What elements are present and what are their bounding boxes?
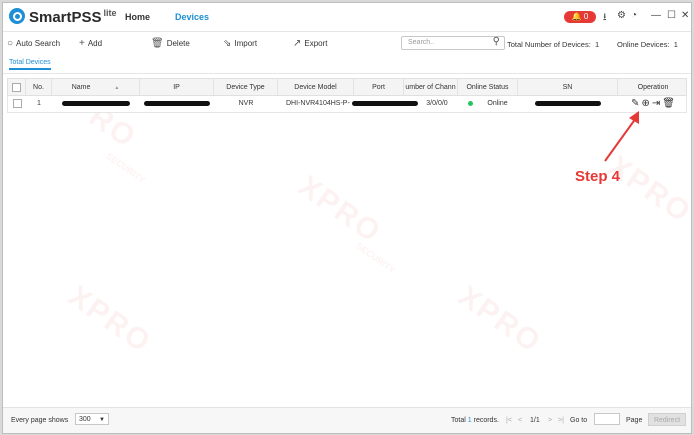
- redirect-button[interactable]: Redirect: [648, 413, 686, 426]
- search-icon[interactable]: ⚲: [493, 36, 500, 48]
- page-size-label: Every page shows: [11, 417, 69, 424]
- goto-page-input[interactable]: [594, 413, 620, 425]
- auto-search-button[interactable]: ○ Auto Search: [7, 38, 60, 49]
- row-name-redacted: [52, 96, 140, 112]
- title-bar: SmartPSS lite Home Devices 🔔 0 ⭳ ⚙ ◔ — ☐ …: [3, 3, 691, 31]
- sort-asc-icon[interactable]: ▲: [114, 85, 119, 91]
- performance-icon[interactable]: ◔: [631, 10, 637, 21]
- goto-label: Go to: [570, 417, 588, 424]
- close-icon[interactable]: ✕: [681, 10, 689, 21]
- import-button[interactable]: ⇘ Import: [223, 38, 257, 49]
- online-devices-count: Online Devices: 1: [617, 40, 678, 49]
- col-device-type: Device Type: [214, 79, 278, 95]
- page-size-select[interactable]: 300 ▼: [75, 413, 109, 425]
- watermark-sub: SECURITY: [104, 150, 148, 186]
- user-icon[interactable]: ⭳: [603, 10, 607, 27]
- alarm-badge[interactable]: 🔔 0: [564, 11, 596, 23]
- watermark: XPRO: [452, 279, 548, 360]
- annotation-arrow: [604, 111, 639, 162]
- col-name[interactable]: Name ▲: [52, 79, 140, 95]
- maximize-icon[interactable]: ☐: [667, 10, 676, 21]
- col-ip: IP: [140, 79, 214, 95]
- import-icon: ⇘: [223, 38, 232, 49]
- minimize-icon[interactable]: —: [651, 10, 661, 21]
- watermark: XPRO: [292, 169, 388, 250]
- export-button[interactable]: ↗ Export: [293, 38, 328, 49]
- annotation-step-label: Step 4: [575, 168, 621, 185]
- add-icon: +: [79, 38, 85, 49]
- watermark: XPRO: [62, 279, 158, 360]
- logout-icon[interactable]: ⇥: [652, 98, 660, 109]
- col-channels: umber of Chann: [404, 79, 458, 95]
- col-operation: Operation: [637, 84, 669, 91]
- row-channels: 3/0/0/0: [426, 100, 448, 107]
- next-page-icon[interactable]: >: [548, 417, 552, 424]
- last-page-icon[interactable]: >|: [558, 417, 564, 424]
- row-device-type: NVR: [238, 100, 254, 107]
- tab-total-devices[interactable]: Total Devices: [9, 59, 51, 70]
- row-checkbox[interactable]: [8, 96, 26, 112]
- add-button[interactable]: + Add: [79, 38, 102, 49]
- row-ip-redacted: [140, 96, 214, 112]
- total-records: Total 1 records.: [451, 417, 499, 424]
- total-devices-count: Total Number of Devices: 1: [507, 40, 600, 49]
- page-label: Page: [626, 417, 643, 424]
- delete-button[interactable]: 🗑 Delete: [151, 38, 190, 49]
- toolbar: ○ Auto Search + Add 🗑 Delete ⇘ Import ↗ Expor…: [3, 31, 691, 54]
- col-port: Port: [354, 79, 404, 95]
- export-icon: ↗: [293, 38, 302, 49]
- prev-page-icon[interactable]: <: [518, 417, 522, 424]
- app-logo-icon: [9, 8, 25, 24]
- online-status-dot: [468, 100, 474, 106]
- pagination-footer: Every page shows 300 ▼ Total 1 records. |…: [3, 407, 691, 433]
- nav-devices[interactable]: Devices: [175, 12, 209, 22]
- row-online-status: Online: [458, 96, 518, 112]
- first-page-icon[interactable]: |<: [506, 417, 512, 424]
- nav-home[interactable]: Home: [125, 12, 150, 22]
- row-port-redacted: [350, 96, 420, 112]
- col-sn: SN: [518, 79, 618, 95]
- tab-bar: Total Devices: [3, 55, 691, 74]
- table-header: No. Name ▲ IP Device Type Device Model P…: [7, 78, 687, 96]
- search-input[interactable]: Search.. ⚲: [401, 36, 505, 50]
- search-icon: ○: [7, 38, 14, 49]
- col-online-status: Online Status: [458, 79, 518, 95]
- row-no: 1: [37, 100, 41, 107]
- table-row[interactable]: 1 NVR DHI-NVR4104HS-P- 3/0/0/0 Online ✎ ⊕…: [7, 96, 687, 113]
- trash-icon[interactable]: 🗑: [662, 98, 675, 109]
- settings-gear-icon[interactable]: ⚙: [617, 10, 626, 21]
- app-window: XPRO XPRO XPRO XPRO XPRO SECURITY SECURI…: [2, 2, 692, 434]
- app-name: SmartPSS lite: [29, 8, 117, 26]
- select-all-checkbox[interactable]: [8, 79, 26, 95]
- delete-icon: 🗑: [151, 38, 164, 49]
- col-device-model: Device Model: [278, 79, 354, 95]
- watermark-sub: SECURITY: [354, 240, 398, 276]
- row-device-model: DHI-NVR4104HS-P-: [286, 100, 350, 107]
- col-no: No.: [26, 79, 52, 95]
- page-indicator: 1/1: [530, 417, 540, 424]
- chevron-down-icon: ▼: [99, 417, 105, 423]
